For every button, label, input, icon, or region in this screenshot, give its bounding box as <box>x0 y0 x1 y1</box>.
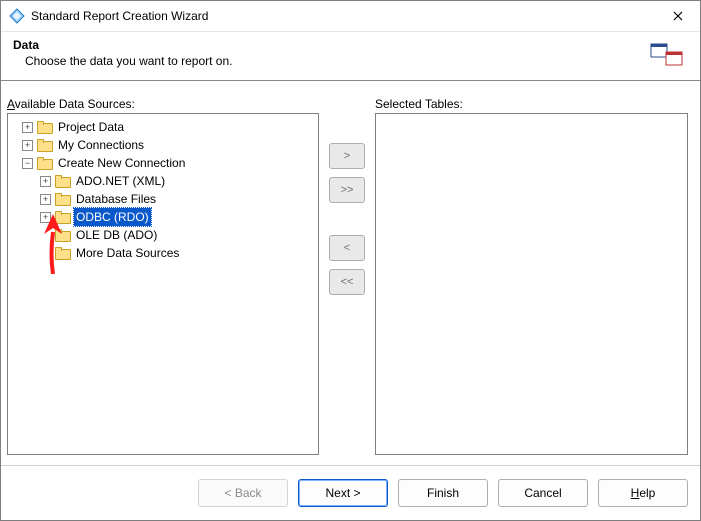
selected-tables-column: Selected Tables: <box>375 97 688 455</box>
selected-tables-list[interactable] <box>375 113 688 455</box>
page-heading: Data <box>13 38 650 52</box>
expand-icon[interactable]: + <box>22 122 33 133</box>
folder-icon <box>37 121 53 134</box>
remove-button[interactable]: < <box>329 235 365 261</box>
finish-button[interactable]: Finish <box>398 479 488 507</box>
tree-node-oledb-ado[interactable]: OLE DB (ADO) <box>10 226 316 244</box>
titlebar: Standard Report Creation Wizard <box>1 1 700 32</box>
available-sources-label: Available Data Sources: <box>7 97 319 111</box>
available-sources-column: Available Data Sources: + Project Data +… <box>7 97 319 455</box>
selected-tables-label: Selected Tables: <box>375 97 688 111</box>
back-button: < Back <box>198 479 288 507</box>
transfer-buttons: > >> < << <box>319 97 375 455</box>
remove-all-button[interactable]: << <box>329 269 365 295</box>
tree-node-odbc-rdo[interactable]: + ODBC (RDO) <box>10 208 316 226</box>
folder-icon <box>55 211 71 224</box>
expand-icon[interactable]: + <box>40 212 51 223</box>
page-subheading: Choose the data you want to report on. <box>13 54 650 68</box>
wizard-window: Standard Report Creation Wizard Data Cho… <box>0 0 701 521</box>
folder-icon <box>55 193 71 206</box>
tree-node-more-data-sources[interactable]: More Data Sources <box>10 244 316 262</box>
tree-node-adonet-xml[interactable]: + ADO.NET (XML) <box>10 172 316 190</box>
add-all-button[interactable]: >> <box>329 177 365 203</box>
tree-node-create-new-connection[interactable]: − Create New Connection <box>10 154 316 172</box>
help-button[interactable]: Help <box>598 479 688 507</box>
wizard-header: Data Choose the data you want to report … <box>1 32 700 80</box>
folder-icon <box>37 139 53 152</box>
expand-placeholder <box>40 230 51 241</box>
folder-icon <box>55 247 71 260</box>
tree-node-my-connections[interactable]: + My Connections <box>10 136 316 154</box>
expand-icon[interactable]: + <box>40 176 51 187</box>
tree-node-project-data[interactable]: + Project Data <box>10 118 316 136</box>
window-title: Standard Report Creation Wizard <box>31 9 660 23</box>
wizard-body: Available Data Sources: + Project Data +… <box>1 81 700 465</box>
folder-icon <box>55 229 71 242</box>
app-icon <box>9 8 25 24</box>
close-button[interactable] <box>660 1 696 31</box>
data-page-icon <box>650 40 684 70</box>
folder-icon <box>37 157 53 170</box>
add-button[interactable]: > <box>329 143 365 169</box>
expand-icon[interactable]: + <box>40 194 51 205</box>
wizard-footer: < Back Next > Finish Cancel Help <box>1 466 700 520</box>
next-button[interactable]: Next > <box>298 479 388 507</box>
collapse-icon[interactable]: − <box>22 158 33 169</box>
expand-icon[interactable]: + <box>22 140 33 151</box>
cancel-button[interactable]: Cancel <box>498 479 588 507</box>
tree-node-database-files[interactable]: + Database Files <box>10 190 316 208</box>
expand-placeholder <box>40 248 51 259</box>
folder-icon <box>55 175 71 188</box>
available-sources-tree[interactable]: + Project Data + My Connections − Create… <box>7 113 319 455</box>
